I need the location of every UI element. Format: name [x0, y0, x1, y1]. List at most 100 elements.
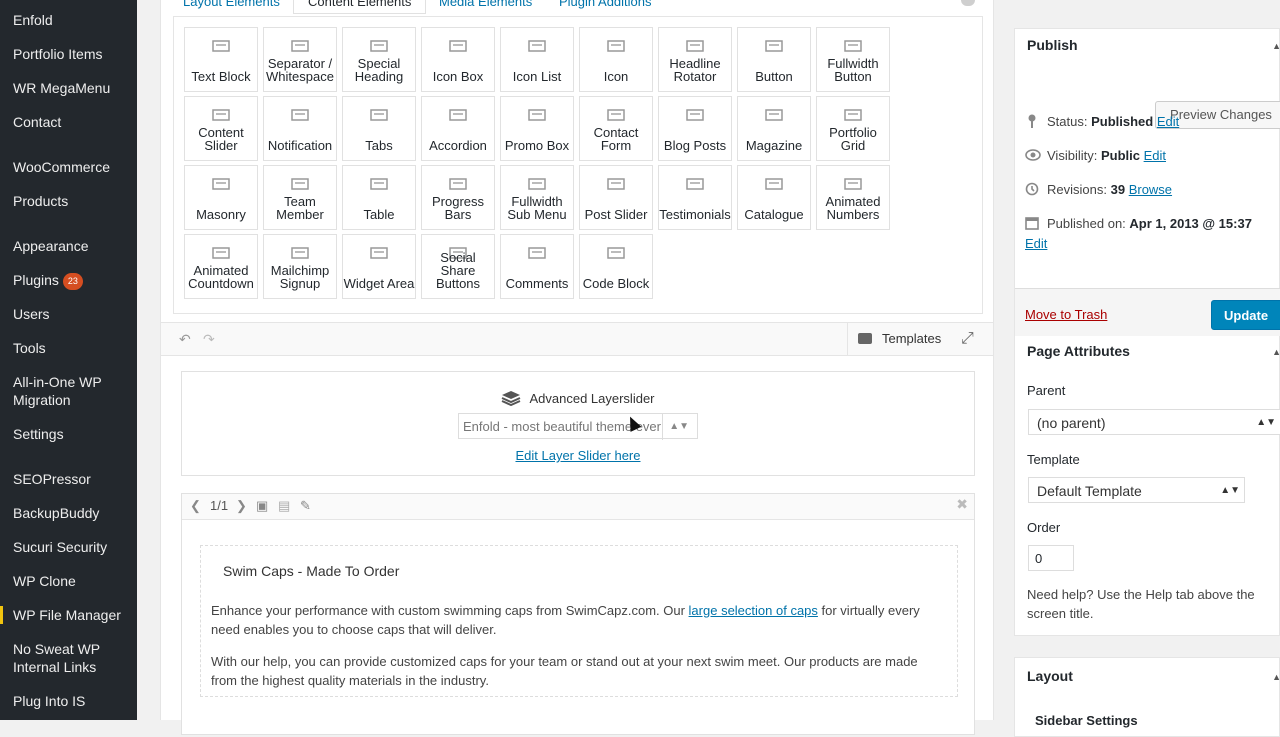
undo-icon[interactable]: ↶	[179, 331, 191, 348]
element-tile-animated-numbers[interactable]: Animated Numbers	[816, 165, 890, 230]
sidebar-item-label: Enfold	[13, 12, 53, 28]
sidebar-item-settings[interactable]: Settings	[13, 425, 137, 443]
element-tile-text-block[interactable]: Text Block	[184, 27, 258, 92]
chevron-left-icon[interactable]: ❮	[190, 498, 201, 514]
sidebar-item-products[interactable]: Products	[13, 192, 137, 210]
sidebar-item-backupbuddy[interactable]: BackupBuddy	[13, 504, 137, 522]
template-select[interactable]: Default Template ▲▼	[1028, 477, 1245, 503]
element-tile-content-slider[interactable]: Content Slider	[184, 96, 258, 161]
sidebar-item-wp-file-manager[interactable]: WP File Manager	[0, 606, 137, 624]
layerslider-select[interactable]: Enfold - most beautiful theme ever ▲▼	[458, 413, 698, 440]
element-tile-promo-box[interactable]: Promo Box	[500, 96, 574, 161]
element-tile-label: Separator / Whitespace	[266, 56, 334, 84]
move-to-trash-link[interactable]: Move to Trash	[1025, 307, 1107, 322]
element-tile-label: Comments	[505, 276, 569, 291]
element-tile-catalogue[interactable]: Catalogue	[737, 165, 811, 230]
element-tile-animated-countdown[interactable]: Animated Countdown	[184, 234, 258, 299]
element-tile-label: Blog Posts	[663, 138, 727, 153]
button-icon	[765, 40, 783, 52]
element-tile-mailchimp-signup[interactable]: Mailchimp Signup	[263, 234, 337, 299]
large-selection-link[interactable]: large selection of caps	[689, 603, 818, 618]
element-tile-icon-box[interactable]: Icon Box	[421, 27, 495, 92]
published-on-label: Published on:	[1047, 216, 1126, 231]
parent-select[interactable]: (no parent) ▲▼	[1028, 409, 1280, 435]
element-tile-blog-posts[interactable]: Blog Posts	[658, 96, 732, 161]
sidebar-item-portfolio-items[interactable]: Portfolio Items	[13, 45, 137, 63]
close-icon[interactable]	[961, 0, 975, 6]
sidebar-item-seopressor[interactable]: SEOPressor	[13, 470, 137, 488]
element-tile-label: Special Heading	[354, 56, 404, 84]
sidebar-item-contact[interactable]: Contact	[13, 113, 137, 131]
element-tile-progress-bars[interactable]: Progress Bars	[421, 165, 495, 230]
element-tile-post-slider[interactable]: Post Slider	[579, 165, 653, 230]
element-tile-label: Text Block	[191, 69, 251, 84]
table-icon	[370, 178, 388, 190]
sidebar-item-no-sweat-wp-internal-links[interactable]: No Sweat WP Internal Links	[13, 640, 137, 676]
sidebar-item-plug-into-is[interactable]: Plug Into IS	[13, 692, 137, 710]
element-tile-masonry[interactable]: Masonry	[184, 165, 258, 230]
element-tile-table[interactable]: Table	[342, 165, 416, 230]
element-tile-separator-whitespace[interactable]: Separator / Whitespace	[263, 27, 337, 92]
sidebar-item-enfold[interactable]: Enfold	[13, 11, 137, 29]
text-block-element[interactable]: ❮ 1/1 ❯ ▣ ▤ ✎ ✖ Swim Caps - Made To Orde…	[181, 493, 975, 735]
element-tile-icon-list[interactable]: Icon List	[500, 27, 574, 92]
sidebar-item-plugins[interactable]: Plugins 23	[13, 271, 137, 290]
duplicate-icon[interactable]: ▤	[278, 498, 290, 514]
tab-media-elements[interactable]: Media Elements	[439, 0, 532, 9]
element-tile-portfolio-grid[interactable]: Portfolio Grid	[816, 96, 890, 161]
sidebar-item-appearance[interactable]: Appearance	[13, 237, 137, 255]
headline-rotator-icon	[686, 40, 704, 52]
element-tile-icon[interactable]: Icon	[579, 27, 653, 92]
collapse-icon[interactable]: ▲	[1272, 347, 1280, 357]
element-tile-code-block[interactable]: Code Block	[579, 234, 653, 299]
element-tile-magazine[interactable]: Magazine	[737, 96, 811, 161]
edit-status-link[interactable]: Edit	[1157, 114, 1179, 129]
sidebar-item-wr-megamenu[interactable]: WR MegaMenu	[13, 79, 137, 97]
element-tile-headline-rotator[interactable]: Headline Rotator	[658, 27, 732, 92]
edit-layer-slider-link[interactable]: Edit Layer Slider here	[182, 448, 974, 463]
element-tile-tabs[interactable]: Tabs	[342, 96, 416, 161]
sidebar-item-users[interactable]: Users	[13, 305, 137, 323]
element-tile-fullwidth-sub-menu[interactable]: Fullwidth Sub Menu	[500, 165, 574, 230]
redo-icon[interactable]: ↷	[203, 331, 215, 348]
element-tile-comments[interactable]: Comments	[500, 234, 574, 299]
tab-content-elements[interactable]: Content Elements	[293, 0, 427, 14]
collapse-icon[interactable]: ▲	[1272, 672, 1280, 682]
element-tile-widget-area[interactable]: Widget Area	[342, 234, 416, 299]
element-tile-team-member[interactable]: Team Member	[263, 165, 337, 230]
published-on-value: Apr 1, 2013 @ 15:37	[1129, 216, 1252, 231]
delete-icon[interactable]: ✖	[956, 496, 968, 513]
edit-date-link[interactable]: Edit	[1025, 236, 1047, 251]
text-block-content[interactable]: Swim Caps - Made To Order Enhance your p…	[200, 545, 958, 697]
tab-layout-elements[interactable]: Layout Elements	[183, 0, 280, 9]
element-tile-contact-form[interactable]: Contact Form	[579, 96, 653, 161]
element-tile-accordion[interactable]: Accordion	[421, 96, 495, 161]
templates-button[interactable]: Templates	[847, 323, 948, 355]
browse-revisions-link[interactable]: Browse	[1129, 182, 1172, 197]
element-tile-notification[interactable]: Notification	[263, 96, 337, 161]
contact-form-icon	[607, 109, 625, 121]
element-tile-special-heading[interactable]: Special Heading	[342, 27, 416, 92]
element-tile-testimonials[interactable]: Testimonials	[658, 165, 732, 230]
fullscreen-icon[interactable]: ⤢	[961, 330, 979, 348]
fullwidth-button-icon	[844, 40, 862, 52]
chevron-right-icon[interactable]: ❯	[236, 498, 247, 514]
paragraph-text: Enhance your performance with custom swi…	[211, 603, 689, 618]
element-tile-button[interactable]: Button	[737, 27, 811, 92]
edit-visibility-link[interactable]: Edit	[1144, 148, 1166, 163]
sidebar-item-tools[interactable]: Tools	[13, 339, 137, 357]
element-tile-fullwidth-button[interactable]: Fullwidth Button	[816, 27, 890, 92]
layerslider-element[interactable]: Advanced Layerslider Enfold - most beaut…	[181, 371, 975, 476]
collapse-icon[interactable]: ▲	[1272, 41, 1280, 51]
copy-icon[interactable]: ▣	[256, 498, 268, 514]
edit-icon[interactable]: ✎	[300, 498, 311, 514]
element-tile-social-share-buttons[interactable]: Social Share Buttons	[421, 234, 495, 299]
testimonials-icon	[686, 178, 704, 190]
update-button[interactable]: Update	[1211, 300, 1280, 330]
sidebar-item-all-in-one-wp-migration[interactable]: All-in-One WP Migration	[13, 373, 137, 409]
sidebar-item-woocommerce[interactable]: WooCommerce	[13, 158, 137, 176]
tab-plugin-additions[interactable]: Plugin Additions	[559, 0, 652, 9]
sidebar-item-wp-clone[interactable]: WP Clone	[13, 572, 137, 590]
order-input[interactable]: 0	[1028, 545, 1074, 571]
sidebar-item-sucuri-security[interactable]: Sucuri Security	[13, 538, 137, 556]
